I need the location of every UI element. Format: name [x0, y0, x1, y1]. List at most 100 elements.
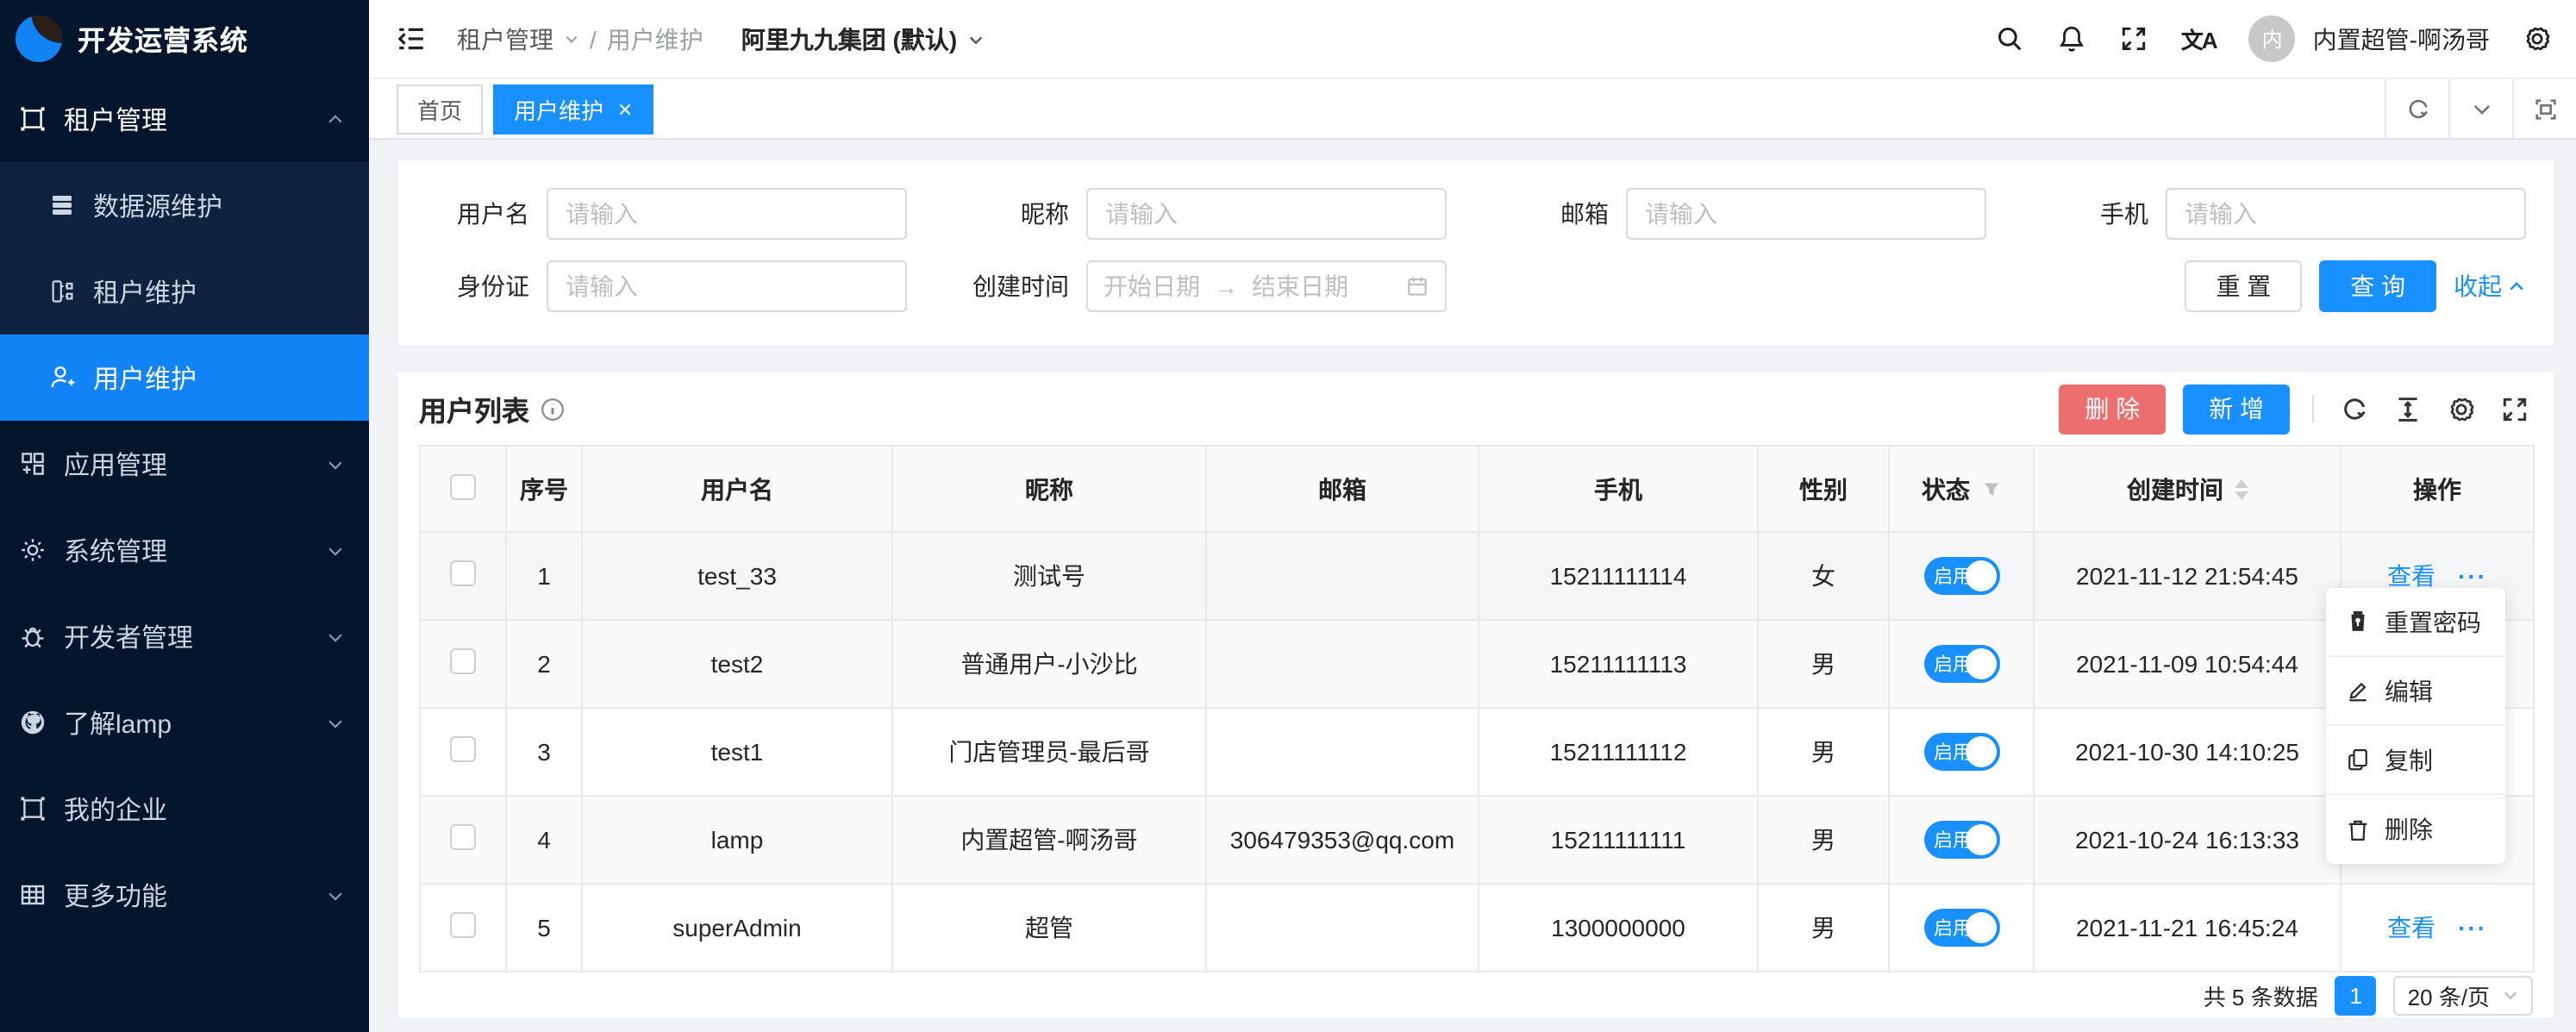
database-icon [48, 191, 76, 219]
date-range-picker[interactable]: 开始日期 → 结束日期 [1086, 260, 1447, 312]
status-toggle[interactable]: 启用 [1923, 557, 1999, 595]
menu-item-edit[interactable]: 编辑 [2326, 657, 2505, 726]
sidebar-item-user-maintenance[interactable]: 用户维护 [0, 335, 369, 421]
page-size-select[interactable]: 20 条/页 [2394, 975, 2533, 1015]
appstore-add-icon [19, 450, 47, 478]
tenant-group-icon [19, 105, 47, 133]
search-icon[interactable] [1995, 24, 2024, 53]
table-grid-icon [19, 881, 47, 909]
sidebar-item-tenant-management[interactable]: 租户管理 [0, 76, 369, 162]
chevron-down-icon [967, 30, 985, 47]
status-toggle[interactable]: 启用 [1923, 909, 1999, 947]
status-toggle[interactable]: 启用 [1923, 821, 1999, 859]
status-toggle[interactable]: 启用 [1923, 733, 1999, 771]
more-actions-button[interactable]: ··· [2458, 562, 2487, 590]
username-input[interactable] [547, 188, 907, 240]
page-number-button[interactable]: 1 [2335, 975, 2377, 1015]
cell-status: 启用 [1889, 532, 2034, 620]
avatar[interactable]: 内 [2249, 16, 2296, 62]
row-checkbox[interactable] [450, 824, 476, 850]
table-toolbar: 删 除 新 增 [2059, 384, 2533, 434]
tenant-selector-label: 阿里九九集团 (默认) [741, 22, 957, 56]
sidebar-item-app-management[interactable]: 应用管理 [0, 421, 369, 507]
filter-funnel-icon[interactable] [1980, 478, 2001, 499]
table-row[interactable]: 3 test1 门店管理员-最后哥 15211111112 男 启用 2021-… [420, 708, 2534, 796]
tab-user-maintenance[interactable]: 用户维护 [493, 84, 653, 134]
tenant-selector[interactable]: 阿里九九集团 (默认) [741, 22, 985, 56]
add-button[interactable]: 新 增 [2183, 384, 2290, 434]
row-checkbox[interactable] [450, 648, 476, 674]
column-settings-gear-icon[interactable] [2443, 394, 2479, 423]
column-header-label: 创建时间 [2127, 472, 2223, 506]
more-actions-button[interactable]: ··· [2458, 914, 2487, 941]
reset-button[interactable]: 重 置 [2185, 260, 2302, 312]
menu-item-delete[interactable]: 删除 [2326, 795, 2505, 864]
total-count-text: 共 5 条数据 [2204, 979, 2318, 1011]
idcard-input[interactable] [547, 260, 907, 312]
email-input[interactable] [1626, 188, 1986, 240]
sidebar-item-tenant-maintenance[interactable]: 租户维护 [0, 248, 369, 335]
refresh-icon[interactable] [2385, 79, 2448, 138]
view-link[interactable]: 查看 [2387, 562, 2435, 590]
menu-item-copy[interactable]: 复制 [2326, 726, 2505, 795]
expand-fullscreen-icon[interactable] [2497, 394, 2533, 423]
filter-field-idcard: 身份证 [405, 260, 907, 312]
cell-created: 2021-11-09 10:54:44 [2034, 620, 2341, 708]
tab-home[interactable]: 首页 [397, 84, 483, 134]
row-checkbox[interactable] [450, 736, 476, 762]
table-header-row: 序号 用户名 昵称 邮箱 手机 性别 状态 [420, 446, 2534, 532]
column-header: 昵称 [892, 446, 1206, 532]
table-row[interactable]: 1 test_33 测试号 15211111114 女 启用 2021-11-1… [420, 532, 2534, 620]
row-checkbox[interactable] [450, 912, 476, 938]
view-link[interactable]: 查看 [2387, 914, 2435, 941]
card-header: 用户列表 删 除 新 增 [419, 372, 2533, 445]
breadcrumb-level1[interactable]: 租户管理 [457, 22, 553, 56]
sidebar-item-system-management[interactable]: 系统管理 [0, 507, 369, 593]
page-size-label: 20 条/页 [2408, 979, 2490, 1011]
breadcrumb-separator: / [590, 25, 597, 53]
collapse-toggle[interactable]: 收起 [2454, 269, 2526, 303]
search-button[interactable]: 查 询 [2319, 260, 2436, 312]
menu-item-reset-password[interactable]: 重置密码 [2326, 588, 2505, 657]
phone-input[interactable] [2166, 188, 2526, 240]
chevron-down-icon [326, 541, 345, 560]
sort-carets-icon[interactable] [2234, 478, 2248, 499]
table-row[interactable]: 5 superAdmin 超管 1300000000 男 启用 2021-11-… [420, 884, 2534, 972]
current-user-name[interactable]: 内置超管-啊汤哥 [2313, 22, 2490, 56]
chevron-up-icon [326, 109, 345, 128]
info-icon[interactable] [540, 396, 566, 422]
row-height-icon[interactable] [2390, 394, 2426, 423]
sidebar-item-datasource-maintenance[interactable]: 数据源维护 [0, 162, 369, 248]
toggle-knob [1965, 736, 1996, 767]
nickname-input[interactable] [1086, 188, 1447, 240]
chevron-down-icon[interactable] [2448, 79, 2512, 138]
fullscreen-icon[interactable] [2119, 24, 2148, 53]
select-all-checkbox[interactable] [450, 473, 476, 499]
close-icon[interactable] [617, 101, 633, 116]
sidebar-item-more-features[interactable]: 更多功能 [0, 852, 369, 938]
bell-icon[interactable] [2057, 24, 2086, 53]
sidebar-item-my-company[interactable]: 我的企业 [0, 766, 369, 852]
sidebar-item-learn-lamp[interactable]: 了解lamp [0, 679, 369, 766]
row-checkbox[interactable] [450, 560, 476, 586]
filter-field-nickname: 昵称 [945, 188, 1447, 240]
edit-pencil-icon [2345, 678, 2371, 704]
sidebar-item-label: 租户维护 [93, 273, 197, 310]
translate-icon[interactable]: 文A [2181, 22, 2216, 55]
table-row[interactable]: 4 lamp 内置超管-啊汤哥 306479353@qq.com 1521111… [420, 796, 2534, 884]
sidebar-item-label: 我的企业 [64, 791, 167, 827]
settings-gear-icon[interactable] [2523, 24, 2552, 53]
chevron-down-icon [326, 627, 345, 646]
table-row[interactable]: 2 test2 普通用户-小沙比 15211111113 男 启用 2021-1… [420, 620, 2534, 708]
refresh-icon[interactable] [2336, 394, 2373, 423]
page-content: 用户名 昵称 邮箱 手机 [369, 140, 2576, 1032]
breadcrumb-level2: 用户维护 [607, 22, 703, 56]
delete-button[interactable]: 删 除 [2059, 384, 2166, 434]
status-toggle[interactable]: 启用 [1923, 645, 1999, 683]
chevron-up-icon [2507, 277, 2526, 296]
sidebar-item-developer-management[interactable]: 开发者管理 [0, 593, 369, 679]
cell-created: 2021-11-21 16:45:24 [2034, 884, 2341, 972]
maximize-frame-icon[interactable] [2512, 79, 2576, 138]
cell-nickname: 测试号 [892, 532, 1206, 620]
menu-fold-icon[interactable] [397, 24, 426, 53]
